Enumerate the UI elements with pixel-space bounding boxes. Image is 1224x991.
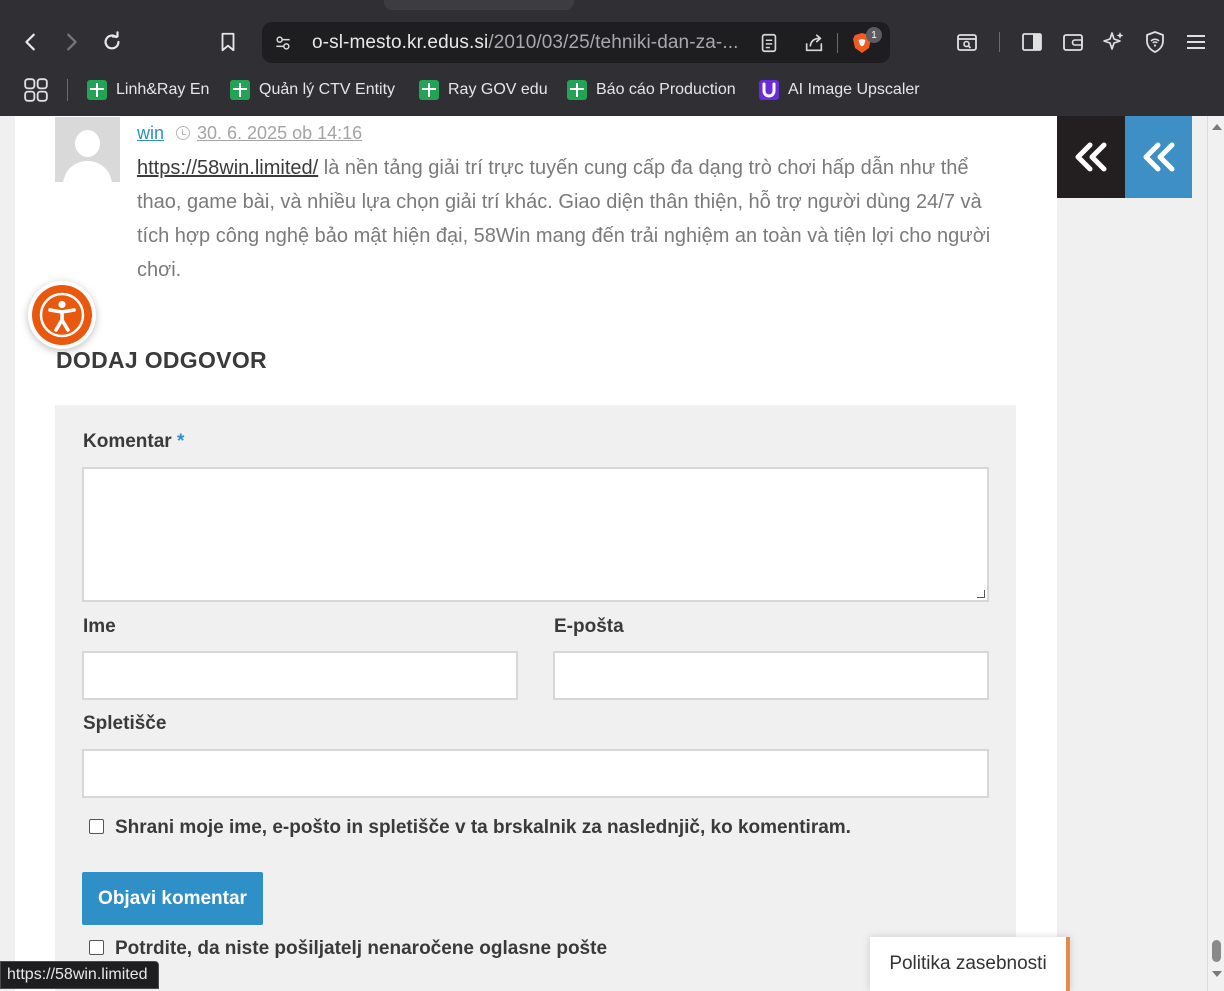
- menu-button[interactable]: [1181, 27, 1211, 57]
- bookmark-label: Báo cáo Production: [596, 81, 736, 98]
- bookmarks-divider: [67, 79, 68, 101]
- save-consent-label: Shrani moje ime, e-pošto in spletišče v …: [115, 817, 851, 838]
- comment-text: https://58win.limited/ là nền tảng giải …: [137, 151, 1017, 287]
- sheets-icon: [567, 80, 587, 100]
- bookmark-quan-ly-ctv[interactable]: Quản lý CTV Entity: [230, 77, 395, 103]
- url-divider: [837, 33, 838, 53]
- comment-textarea[interactable]: [82, 467, 989, 602]
- leo-ai-button[interactable]: [1099, 27, 1129, 57]
- accessibility-icon: [39, 292, 85, 338]
- comment-label: Komentar *: [83, 431, 185, 452]
- apps-grid-icon: [24, 78, 48, 102]
- bookmark-icon: [221, 32, 235, 52]
- sheets-icon: [230, 80, 250, 100]
- scrollbar[interactable]: [1207, 116, 1224, 991]
- bookmark-button[interactable]: [212, 26, 244, 58]
- page-viewport: win 30. 6. 2025 ob 14:16 https://58win.l…: [0, 116, 1224, 991]
- bookmark-label: Quản lý CTV Entity: [259, 81, 396, 98]
- status-bar-url: https://58win.limited: [0, 961, 159, 989]
- right-sidebar: [1057, 116, 1207, 991]
- bookmark-bao-cao-production[interactable]: Báo cáo Production: [567, 77, 736, 103]
- bookmark-label: Linh&Ray En: [116, 81, 210, 98]
- accessibility-button[interactable]: [28, 281, 96, 349]
- sidebar-toggle-button[interactable]: [1017, 27, 1047, 57]
- bookmark-linh-ray-en[interactable]: Linh&Ray En: [87, 77, 209, 103]
- active-tab-edge[interactable]: [384, 0, 574, 10]
- submit-comment-button[interactable]: Objavi komentar: [82, 872, 263, 925]
- sheets-icon: [419, 80, 439, 100]
- url-host: o-sl-mesto.kr.edus.si: [312, 32, 489, 53]
- name-field[interactable]: [82, 651, 518, 700]
- bookmark-label: AI Image Upscaler: [788, 81, 920, 98]
- privacy-policy-button[interactable]: Politika zasebnosti: [870, 937, 1070, 991]
- resize-handle-icon[interactable]: [977, 590, 985, 598]
- scroll-up-arrow-icon[interactable]: [1212, 124, 1222, 130]
- share-icon[interactable]: [801, 30, 827, 56]
- browser-chrome: o-sl-mesto.kr.edus.si/2010/03/25/tehniki…: [0, 0, 1224, 116]
- vpn-button[interactable]: [1140, 27, 1170, 57]
- save-consent-checkbox[interactable]: [89, 819, 104, 834]
- reply-title: DODAJ ODGOVOR: [56, 347, 267, 373]
- upscaler-icon: [759, 80, 779, 100]
- chevron-right-icon: [67, 33, 77, 51]
- toolbar-divider: [999, 32, 1000, 52]
- search-tabs-icon: [957, 34, 977, 51]
- apps-button[interactable]: [23, 77, 49, 103]
- name-label: Ime: [83, 616, 116, 637]
- wallet-button[interactable]: [1058, 27, 1088, 57]
- comment-form: Komentar * Ime E-pošta Spletišče Shrani …: [55, 405, 1016, 991]
- hamburger-menu-icon: [1187, 35, 1205, 49]
- sidebar-icon: [1022, 33, 1042, 51]
- scroll-down-arrow-icon[interactable]: [1212, 971, 1222, 977]
- reader-mode-icon[interactable]: [756, 30, 782, 56]
- sheets-icon: [87, 80, 107, 100]
- brave-badge: 1: [866, 27, 882, 43]
- sidebar-collapse-blue-button[interactable]: [1125, 116, 1192, 198]
- scrollbar-thumb[interactable]: [1212, 940, 1221, 962]
- avatar: [55, 117, 120, 182]
- website-field[interactable]: [82, 749, 989, 798]
- comment-author-link[interactable]: win: [137, 123, 164, 144]
- email-label: E-pošta: [554, 616, 624, 637]
- chevron-left-icon: [25, 33, 35, 51]
- double-chevron-left-icon: [1143, 142, 1174, 172]
- clock-icon: [176, 126, 190, 140]
- spam-confirm-checkbox[interactable]: [89, 940, 104, 955]
- sidebar-collapse-dark-button[interactable]: [1057, 116, 1125, 198]
- bookmark-label: Ray GOV edu: [448, 81, 548, 98]
- back-button[interactable]: [15, 26, 47, 58]
- search-tabs-button[interactable]: [952, 27, 982, 57]
- reload-icon: [104, 31, 120, 50]
- url-text[interactable]: o-sl-mesto.kr.edus.si/2010/03/25/tehniki…: [312, 32, 739, 54]
- site-settings-icon[interactable]: [270, 30, 296, 56]
- address-bar[interactable]: o-sl-mesto.kr.edus.si/2010/03/25/tehniki…: [262, 22, 890, 63]
- website-label: Spletišče: [83, 713, 167, 734]
- sparkle-icon: [1103, 32, 1124, 50]
- comment-date-link[interactable]: 30. 6. 2025 ob 14:16: [197, 123, 362, 144]
- bookmark-ray-gov-edu[interactable]: Ray GOV edu: [419, 77, 548, 103]
- bookmark-ai-image-upscaler[interactable]: AI Image Upscaler: [759, 77, 920, 103]
- wallet-icon: [1063, 34, 1083, 51]
- email-field[interactable]: [553, 651, 989, 700]
- double-chevron-left-icon: [1075, 142, 1107, 172]
- spam-confirm-label: Potrdite, da niste pošiljatelj nenaročen…: [115, 938, 608, 959]
- forward-button[interactable]: [55, 26, 87, 58]
- url-path: /2010/03/25/tehniki-dan-za-...: [488, 32, 739, 53]
- vpn-shield-icon: [1146, 31, 1164, 53]
- required-mark: *: [176, 431, 185, 452]
- reload-button[interactable]: [96, 26, 128, 58]
- comment-url-link[interactable]: https://58win.limited/: [137, 157, 318, 179]
